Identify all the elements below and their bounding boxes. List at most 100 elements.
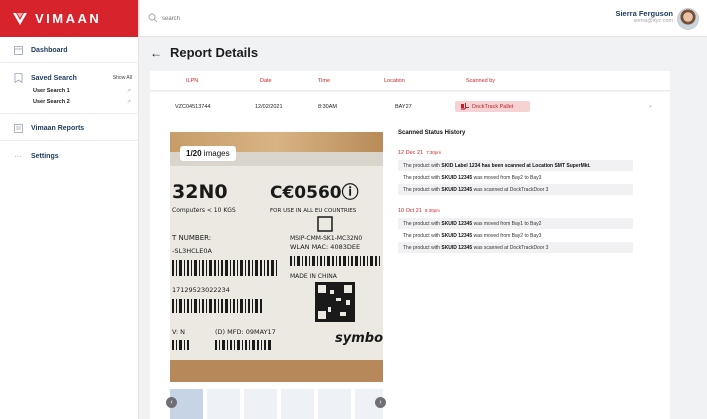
label-msip-text: MSIP-CMM-SK1-MC32N0 bbox=[290, 235, 362, 242]
history-time: 9:30pm bbox=[424, 208, 440, 213]
search-input[interactable] bbox=[162, 13, 312, 24]
label-wlan-text: WLAN MAC: 4083DEE bbox=[290, 243, 360, 251]
label-illustration: 32N0 C€0560ⓘ Computers < 10 KGS FOR USE … bbox=[170, 132, 383, 382]
details-panel: 32N0 C€0560ⓘ Computers < 10 KGS FOR USE … bbox=[150, 122, 670, 419]
next-arrow-icon[interactable]: › bbox=[375, 397, 386, 408]
entry-prefix: The product with bbox=[403, 232, 440, 239]
history-date-label: 12 Dec 21 bbox=[398, 150, 424, 156]
chevron-down-icon[interactable]: ⌄ bbox=[648, 102, 653, 109]
saved-search-item[interactable]: User Search 1 ↗ bbox=[33, 86, 133, 95]
label-mfd-text: (D) MFD: 09MAY17 bbox=[215, 328, 276, 336]
thumbnail-strip: ‹ › bbox=[166, 387, 386, 419]
more-icon: ··· bbox=[14, 151, 22, 161]
entry-suffix: was scanned at DockTrackDoor 3 bbox=[473, 186, 549, 193]
top-bar: Sierra Ferguson sierra@xyz.com bbox=[140, 0, 707, 37]
cell-time: 8:30AM bbox=[318, 104, 337, 110]
entry-bold: SKID Label 1234 has been scanned at Loca… bbox=[441, 162, 591, 169]
history-time: 7:30pm bbox=[426, 150, 442, 155]
user-name[interactable]: Sierra Ferguson bbox=[615, 9, 673, 18]
sidebar-item-label: Settings bbox=[31, 152, 59, 160]
label-computers-text: Computers < 10 KGS bbox=[172, 207, 236, 214]
divider bbox=[0, 113, 139, 114]
user-email: sierra@xyz.com bbox=[633, 18, 673, 24]
divider bbox=[0, 140, 139, 141]
history-entry: The product with SKUID 12345 was moved f… bbox=[398, 230, 633, 241]
image-counter-badge: 1/20 images bbox=[180, 146, 236, 161]
history-entry: The product with SKUID 12345 was moved f… bbox=[398, 172, 633, 183]
vimaan-logo-icon bbox=[13, 12, 27, 25]
product-photo[interactable]: 32N0 C€0560ⓘ Computers < 10 KGS FOR USE … bbox=[170, 132, 383, 382]
arrow-icon: ↗ bbox=[126, 87, 131, 94]
entry-suffix: was moved from Bay2 to Bay3 bbox=[473, 232, 542, 239]
entry-bold: SKUID 12345 bbox=[441, 174, 473, 181]
history-entry: The product with SKUID 12345 was scanned… bbox=[398, 184, 633, 195]
label-part-text: T NUMBER: bbox=[171, 234, 211, 242]
column-header-date[interactable]: Date bbox=[260, 78, 272, 84]
table-header: ILPN Date Time Location Scanned by bbox=[150, 71, 670, 91]
label-serial-text: 17129523022234 bbox=[172, 286, 230, 294]
sidebar: VIMAAN Dashboard Saved Search Show All U… bbox=[0, 0, 139, 419]
entry-suffix: was moved from Bay2 to Bay3 bbox=[473, 174, 542, 181]
history-entry: The product with SKID Label 1234 has bee… bbox=[398, 160, 633, 171]
entry-prefix: The product with bbox=[403, 162, 440, 169]
logo-bar[interactable]: VIMAAN bbox=[0, 0, 138, 37]
arrow-icon: ↗ bbox=[126, 98, 131, 105]
label-ce-text: C€0560ⓘ bbox=[270, 182, 359, 203]
saved-search-label: User Search 1 bbox=[33, 87, 70, 94]
column-header-location[interactable]: Location bbox=[384, 78, 405, 84]
column-header-ilpn[interactable]: ILPN bbox=[186, 78, 198, 84]
saved-search-label: User Search 2 bbox=[33, 98, 70, 105]
history-title: Scanned Status History bbox=[398, 130, 466, 136]
entry-prefix: The product with bbox=[403, 174, 440, 181]
label-part-no-text: -SL3HCLE0A bbox=[172, 247, 213, 255]
table-row[interactable]: VZC04513744 12/02/2021 8:30AM BAY27 Dock… bbox=[150, 92, 670, 122]
history-entry: The product with SKUID 12345 was moved f… bbox=[398, 218, 633, 229]
sidebar-item-saved-search[interactable]: Saved Search Show All bbox=[0, 72, 139, 84]
thumbnail[interactable] bbox=[318, 389, 351, 419]
history-date: 10 Oct 21 9:30pm bbox=[398, 208, 440, 214]
history-entry: The product with SKUID 12345 was scanned… bbox=[398, 242, 633, 253]
scanned-by-badge: DockTrack Pallet bbox=[455, 101, 530, 112]
cell-ilpn: VZC04513744 bbox=[175, 104, 211, 110]
label-ver-text: V: N bbox=[172, 328, 185, 336]
page-title: Report Details bbox=[170, 45, 259, 60]
back-arrow-icon[interactable]: ← bbox=[150, 46, 162, 60]
column-header-time[interactable]: Time bbox=[318, 78, 330, 84]
sidebar-item-dashboard[interactable]: Dashboard bbox=[0, 44, 139, 56]
sidebar-item-label: Saved Search bbox=[31, 74, 77, 82]
prev-arrow-icon[interactable]: ‹ bbox=[166, 397, 177, 408]
report-icon bbox=[13, 123, 23, 133]
entry-bold: SKUID 12345 bbox=[441, 220, 473, 227]
thumbnail[interactable] bbox=[244, 389, 277, 419]
thumbnail[interactable] bbox=[207, 389, 240, 419]
image-counter-suffix: images bbox=[201, 149, 230, 158]
history-date-label: 10 Oct 21 bbox=[398, 208, 422, 214]
entry-bold: SKUID 12345 bbox=[441, 186, 473, 193]
search-icon bbox=[148, 13, 158, 23]
avatar[interactable] bbox=[677, 8, 699, 30]
show-all-link[interactable]: Show All bbox=[113, 75, 132, 81]
sidebar-item-settings[interactable]: ··· Settings bbox=[0, 150, 139, 162]
entry-bold: SKUID 12345 bbox=[441, 244, 473, 251]
scanned-by-label: DockTrack Pallet bbox=[472, 103, 514, 110]
qr-code bbox=[315, 282, 355, 322]
image-counter-current: 1/20 bbox=[186, 149, 202, 158]
grid-icon bbox=[13, 45, 23, 55]
entry-prefix: The product with bbox=[403, 244, 440, 251]
column-header-scanned-by[interactable]: Scanned by bbox=[466, 78, 495, 84]
entry-suffix: was moved from Bay1 to Bay2 bbox=[473, 220, 542, 227]
forklift-icon bbox=[461, 103, 469, 110]
sidebar-item-label: Vimaan Reports bbox=[31, 124, 85, 132]
label-model-text: 32N0 bbox=[172, 181, 228, 203]
entry-prefix: The product with bbox=[403, 220, 440, 227]
saved-search-item[interactable]: User Search 2 ↗ bbox=[33, 97, 133, 106]
divider bbox=[0, 62, 139, 63]
cell-date: 12/02/2021 bbox=[255, 104, 283, 110]
bookmark-icon bbox=[13, 73, 23, 83]
cell-location: BAY27 bbox=[395, 104, 412, 110]
thumbnail[interactable] bbox=[281, 389, 314, 419]
label-brand-text: symbol bbox=[335, 331, 383, 346]
entry-bold: SKUID 12345 bbox=[441, 232, 473, 239]
sidebar-item-vimaan-reports[interactable]: Vimaan Reports bbox=[0, 122, 139, 134]
sidebar-item-label: Dashboard bbox=[31, 46, 68, 54]
